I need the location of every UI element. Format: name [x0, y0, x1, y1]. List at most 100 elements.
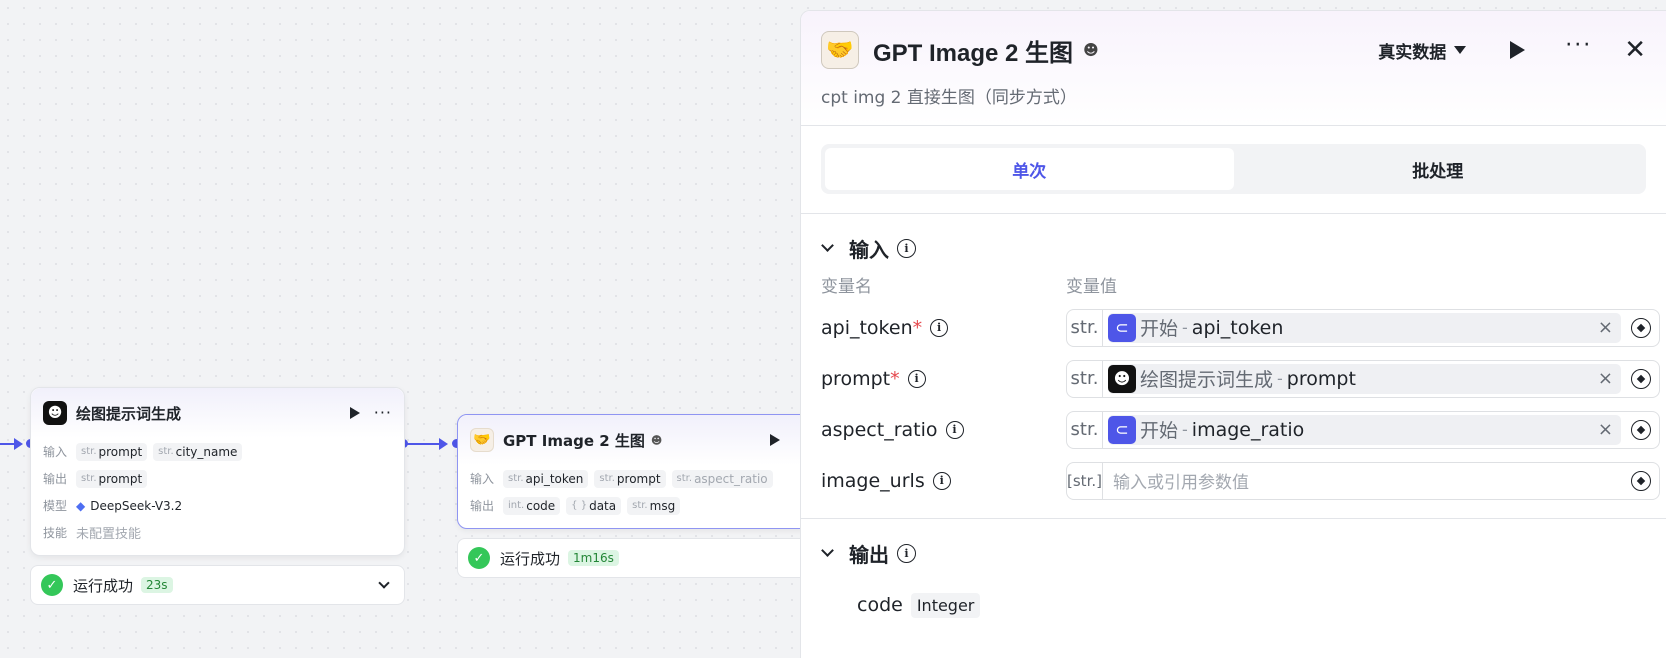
var-tag: str. msg	[627, 496, 681, 515]
caret-down-icon	[1454, 46, 1467, 54]
row-label: 输出	[43, 472, 68, 486]
node-gpt-image[interactable]: 🤝 GPT Image 2 生图 ☻ 输入 str. api_token str.…	[457, 414, 817, 529]
time-badge: 1m16s	[568, 550, 619, 566]
node-outputs-row: 输出 int. code { } data str. msg	[458, 492, 816, 519]
ref-separator: -	[1277, 369, 1283, 388]
node-title: GPT Image 2 生图	[503, 431, 645, 450]
status-text: 运行成功	[500, 549, 561, 568]
variable-value-field[interactable]: str. ☻ 绘图提示词生成 - prompt ×	[1066, 359, 1660, 398]
clear-icon[interactable]: ×	[1598, 419, 1613, 440]
ref-variable: api_token	[1191, 316, 1284, 339]
ref-source: 绘图提示词生成	[1140, 369, 1274, 391]
variable-name: api_token	[821, 316, 913, 339]
variable-value-field[interactable]: [str.] 输入或引用参数值	[1066, 461, 1660, 500]
tab-batch[interactable]: 批处理	[1234, 148, 1643, 190]
output-variable-row: code Integer	[801, 585, 1666, 625]
ref-separator: -	[1182, 420, 1188, 439]
var-tag: str. prompt	[76, 442, 148, 461]
clear-icon[interactable]: ×	[1598, 368, 1613, 389]
variable-value-field[interactable]: str. ⊂ 开始 - api_token ×	[1066, 308, 1660, 347]
edge-link	[404, 443, 444, 445]
node-inputs-row: 输入 str. api_token str. prompt str. aspect_r…	[458, 465, 816, 492]
section-divider	[801, 518, 1666, 519]
node-title: 绘图提示词生成	[76, 404, 182, 423]
required-mark: *	[912, 316, 923, 339]
required-mark: *	[890, 367, 900, 390]
info-icon[interactable]: i	[897, 238, 916, 258]
check-icon: ✓	[41, 574, 63, 596]
chevron-down-icon[interactable]	[821, 544, 834, 557]
tab-single[interactable]: 单次	[825, 148, 1234, 190]
reference-picker-icon[interactable]	[1631, 368, 1651, 389]
var-tag: str. prompt	[76, 469, 148, 488]
run-node-button[interactable]	[770, 434, 780, 446]
panel-header: 🤝 GPT Image 2 生图 ☻ 真实数据 ··· ✕ cpt img 2 …	[801, 11, 1666, 126]
variable-name: aspect_ratio	[821, 418, 938, 441]
reference-picker-icon[interactable]	[1631, 317, 1651, 338]
var-tag: int. code	[503, 496, 561, 515]
row-label: 输入	[43, 445, 68, 459]
info-icon[interactable]: i	[945, 420, 964, 439]
info-icon[interactable]: i	[907, 369, 926, 388]
clear-icon[interactable]: ×	[1598, 317, 1613, 338]
robot-icon: ☻	[1108, 364, 1136, 393]
var-tag: str. aspect_ratio	[671, 469, 773, 488]
reference-picker-icon[interactable]	[1631, 470, 1651, 491]
edge-arrow	[439, 438, 448, 450]
run-node-button[interactable]	[349, 407, 360, 419]
more-icon[interactable]: ···	[374, 405, 392, 421]
info-icon[interactable]: i	[932, 471, 951, 490]
reference-chip[interactable]: ⊂ 开始 - api_token ×	[1108, 312, 1621, 343]
whale-icon: ◆	[76, 498, 86, 513]
col-name-header: 变量名	[821, 276, 872, 297]
info-icon[interactable]: i	[897, 543, 916, 563]
node-skill-row: 技能 未配置技能	[31, 519, 404, 546]
node-detail-panel: 🤝 GPT Image 2 生图 ☻ 真实数据 ··· ✕ cpt img 2 …	[800, 10, 1666, 658]
col-value-header: 变量值	[1066, 276, 1117, 297]
row-label: 输出	[470, 499, 495, 513]
node-prompt-gen[interactable]: ☻ 绘图提示词生成 ··· 输入 str. prompt str. city_nam…	[30, 387, 405, 556]
node-model-row: 模型 ◆ DeepSeek-V3.2	[31, 492, 404, 519]
node-status[interactable]: ✓ 运行成功 23s	[30, 565, 405, 605]
model-name: DeepSeek-V3.2	[90, 498, 183, 513]
tabs-container: 单次 批处理	[801, 126, 1666, 214]
chevron-down-icon[interactable]	[821, 239, 834, 252]
section-title: 输出	[849, 542, 889, 567]
panel-title: GPT Image 2 生图	[873, 39, 1074, 67]
check-icon: ✓	[468, 547, 490, 569]
type-indicator: [str.]	[1067, 462, 1103, 499]
chevron-down-icon[interactable]	[378, 577, 390, 589]
close-icon[interactable]: ✕	[1624, 37, 1646, 63]
robot-icon: ☻	[650, 433, 663, 447]
skill-value: 未配置技能	[76, 527, 142, 542]
reference-picker-icon[interactable]	[1631, 419, 1651, 440]
node-header: ☻ 绘图提示词生成 ···	[31, 388, 404, 438]
run-button[interactable]	[1510, 41, 1526, 59]
input-section-header[interactable]: 输入 i	[801, 230, 1666, 266]
output-section-header[interactable]: 输出 i	[801, 535, 1666, 571]
variable-row: prompt * i str. ☻ 绘图提示词生成 - prompt ×	[801, 353, 1666, 404]
time-badge: 23s	[141, 577, 173, 593]
ref-source: 开始	[1140, 420, 1179, 442]
more-icon[interactable]: ···	[1565, 35, 1592, 57]
workflow-canvas[interactable]: ☻ 绘图提示词生成 ··· 输入 str. prompt str. city_nam…	[0, 0, 817, 658]
ref-variable: image_ratio	[1191, 418, 1305, 441]
node-header: 🤝 GPT Image 2 生图 ☻	[458, 415, 816, 465]
node-outputs-row: 输出 str. prompt	[31, 465, 404, 492]
variable-value-field[interactable]: str. ⊂ 开始 - image_ratio ×	[1066, 410, 1660, 449]
handshake-icon: 🤝	[821, 31, 859, 69]
output-type: Integer	[910, 592, 981, 618]
data-mode-select[interactable]: 真实数据	[1378, 38, 1467, 63]
ref-variable: prompt	[1286, 367, 1356, 390]
value-input-placeholder[interactable]: 输入或引用参数值	[1113, 468, 1627, 493]
start-icon: ⊂	[1108, 313, 1136, 342]
panel-subtitle: cpt img 2 直接生图（同步方式）	[821, 88, 1077, 108]
handshake-icon: 🤝	[470, 428, 494, 452]
reference-chip[interactable]: ⊂ 开始 - image_ratio ×	[1108, 414, 1621, 445]
info-icon[interactable]: i	[930, 318, 949, 337]
tab-group: 单次 批处理	[821, 144, 1646, 194]
section-title: 输入	[849, 237, 889, 262]
ref-separator: -	[1182, 318, 1188, 337]
node-status[interactable]: ✓ 运行成功 1m16s	[457, 538, 817, 578]
reference-chip[interactable]: ☻ 绘图提示词生成 - prompt ×	[1108, 363, 1621, 394]
